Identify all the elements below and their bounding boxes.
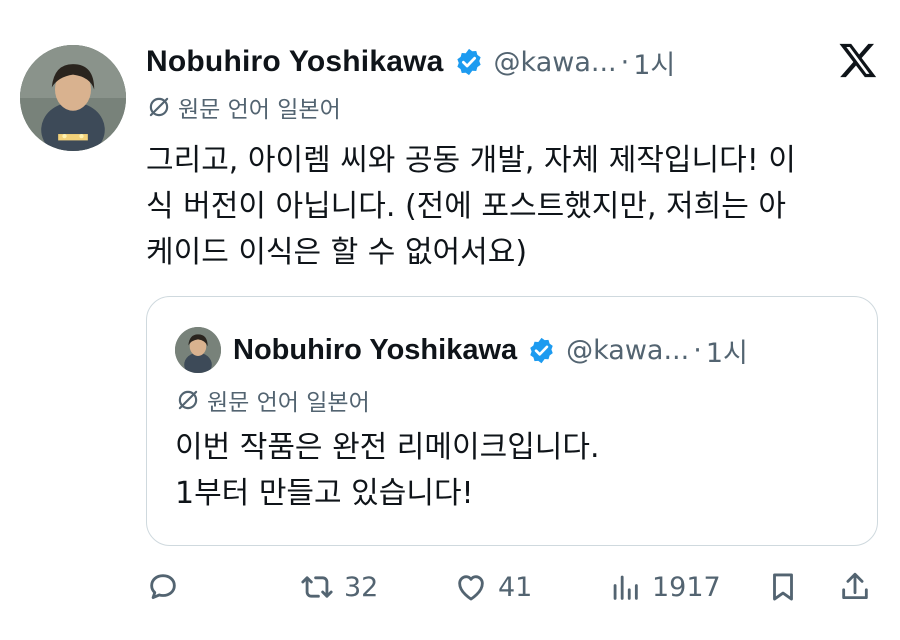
translate-icon	[178, 390, 198, 410]
quoted-post[interactable]: Nobuhiro Yoshikawa @kawa... · 1시 원문 언어 일…	[146, 296, 878, 546]
author-avatar[interactable]	[20, 45, 126, 151]
action-bar: 32 41 1917	[146, 562, 878, 612]
separator-dot: ·	[620, 46, 630, 78]
quoted-translation-info[interactable]: 원문 언어 일본어	[175, 383, 370, 417]
translation-label: 원문 언어 일본어	[207, 390, 370, 416]
author-name[interactable]: Nobuhiro Yoshikawa	[146, 45, 444, 79]
reply-button[interactable]	[146, 562, 180, 612]
post-header: Nobuhiro Yoshikawa @kawa... · 1시	[146, 40, 675, 84]
verified-badge-icon	[456, 48, 481, 76]
quoted-post-time[interactable]: 1시	[706, 331, 748, 370]
post-body-line: 식 버전이 아닙니다. (전에 포스트했지만, 저희는 아	[146, 189, 786, 224]
author-handle[interactable]: @kawa...	[494, 47, 617, 78]
heart-icon	[458, 575, 484, 601]
quoted-post-header: Nobuhiro Yoshikawa @kawa... · 1시	[233, 327, 748, 373]
translation-label: 원문 언어 일본어	[178, 97, 341, 123]
post-body: 그리고, 아이렘 씨와 공동 개발, 자체 제작입니다! 이 식 버전이 아닙니…	[146, 138, 874, 276]
quoted-body-line: 이번 작품은 완전 리메이크입니다.	[175, 430, 600, 465]
like-count: 41	[498, 571, 533, 603]
verified-badge-icon	[530, 337, 553, 363]
repost-button[interactable]: 32	[300, 562, 378, 612]
quoted-author-handle[interactable]: @kawa...	[566, 335, 689, 366]
post-time[interactable]: 1시	[633, 43, 675, 82]
views-icon	[613, 575, 638, 600]
post-body-line: 케이드 이식은 할 수 없어서요)	[146, 235, 528, 270]
post-body-line: 그리고, 아이렘 씨와 공동 개발, 자체 제작입니다! 이	[146, 143, 796, 178]
separator-dot: ·	[693, 334, 702, 366]
repost-count: 32	[344, 571, 379, 603]
bookmark-button[interactable]	[766, 562, 800, 612]
reply-icon	[150, 574, 176, 600]
share-icon	[842, 572, 868, 600]
views-button[interactable]: 1917	[608, 562, 721, 612]
translation-info[interactable]: 원문 언어 일본어	[146, 90, 341, 124]
x-logo-icon[interactable]	[838, 40, 878, 80]
quoted-author-name[interactable]: Nobuhiro Yoshikawa	[233, 334, 517, 367]
quoted-body-line: 1부터 만들고 있습니다!	[175, 476, 474, 511]
like-button[interactable]: 41	[454, 562, 532, 612]
avatar-photo	[175, 327, 221, 373]
repost-icon	[301, 576, 333, 598]
bookmark-icon	[773, 573, 793, 601]
quoted-post-body: 이번 작품은 완전 리메이크입니다. 1부터 만들고 있습니다!	[175, 425, 600, 517]
avatar-photo	[20, 45, 126, 151]
quoted-author-avatar[interactable]	[175, 327, 221, 373]
views-count: 1917	[652, 571, 721, 603]
translate-icon	[149, 97, 169, 117]
share-button[interactable]	[838, 562, 872, 612]
